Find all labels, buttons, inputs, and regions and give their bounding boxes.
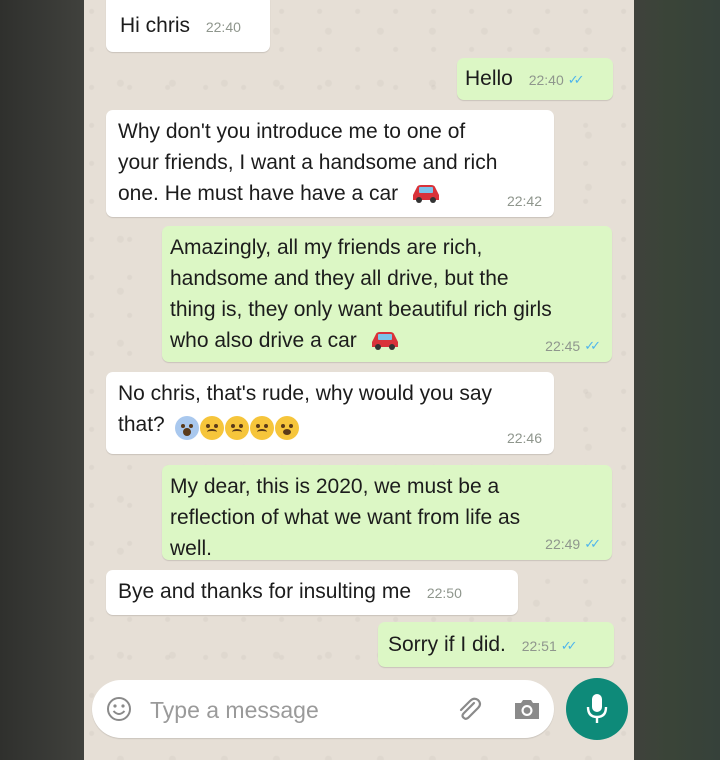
- message-time: 22:49: [545, 536, 581, 552]
- attach-icon[interactable]: [454, 694, 484, 729]
- dizzy-face-emoji: [274, 416, 299, 440]
- disappointed-face-emoji: [249, 416, 274, 440]
- message-bubble-outgoing[interactable]: Amazingly, all my friends are rich, hand…: [162, 226, 612, 362]
- message-meta: 22:50: [427, 585, 462, 601]
- double-check-icon: ✓✓: [567, 72, 585, 87]
- message-meta: 22:46: [507, 430, 542, 446]
- message-bubble-incoming[interactable]: Hi chris 22:40: [106, 0, 270, 52]
- message-bubble-outgoing[interactable]: Hello 22:40 ✓✓: [457, 58, 613, 100]
- message-time: 22:42: [506, 193, 542, 209]
- message-bubble-incoming[interactable]: No chris, that's rude, why would you say…: [106, 372, 554, 454]
- message-text: Sorry if I did.: [388, 633, 506, 656]
- message-meta: 22:40 ✓✓: [528, 72, 585, 88]
- photo-border-right: [634, 0, 720, 760]
- message-meta: 22:49 ✓✓: [545, 536, 601, 552]
- message-time: 22:40: [205, 19, 241, 35]
- double-check-icon: ✓✓: [584, 536, 601, 551]
- chat-area[interactable]: Hi chris 22:40 Hello 22:40 ✓✓ Why don't …: [84, 0, 634, 760]
- message-bubble-outgoing[interactable]: My dear, this is 2020, we must be a refl…: [162, 465, 612, 560]
- disappointed-face-emoji: [199, 416, 224, 440]
- message-bubble-incoming[interactable]: Bye and thanks for insulting me 22:50: [106, 570, 518, 615]
- message-text: Amazingly, all my friends are rich, hand…: [170, 236, 552, 352]
- message-meta: 22:51 ✓✓: [521, 638, 578, 654]
- message-text: Hello: [465, 67, 513, 90]
- voice-message-button[interactable]: [566, 678, 628, 740]
- emoji-icon[interactable]: [106, 696, 132, 727]
- message-time: 22:46: [506, 430, 542, 446]
- double-check-icon: ✓✓: [584, 338, 601, 353]
- message-text: My dear, this is 2020, we must be a refl…: [170, 475, 521, 560]
- message-bubble-outgoing[interactable]: Sorry if I did. 22:51 ✓✓: [378, 622, 614, 667]
- mic-icon: [585, 692, 609, 731]
- message-text: Bye and thanks for insulting me: [118, 580, 411, 603]
- double-check-icon: ✓✓: [560, 638, 578, 653]
- message-time: 22:50: [426, 585, 462, 601]
- message-composer: [92, 680, 554, 738]
- camera-icon[interactable]: [512, 696, 542, 727]
- message-text: Hi chris: [120, 14, 191, 37]
- message-meta: 22:40: [206, 19, 241, 35]
- message-time: 22:45: [545, 338, 581, 354]
- message-time: 22:40: [528, 72, 564, 88]
- message-bubble-incoming[interactable]: Why don't you introduce me to one of you…: [106, 110, 554, 217]
- car-emoji: [371, 332, 398, 350]
- emoji-group: [174, 413, 300, 444]
- message-input[interactable]: [148, 692, 432, 728]
- car-emoji: [413, 185, 440, 203]
- message-time: 22:51: [521, 638, 557, 654]
- screaming-face-emoji: [174, 416, 199, 440]
- message-meta: 22:45 ✓✓: [545, 338, 601, 354]
- photo-border-left: [0, 0, 84, 760]
- disappointed-face-emoji: [224, 416, 249, 440]
- message-meta: 22:42: [507, 193, 542, 209]
